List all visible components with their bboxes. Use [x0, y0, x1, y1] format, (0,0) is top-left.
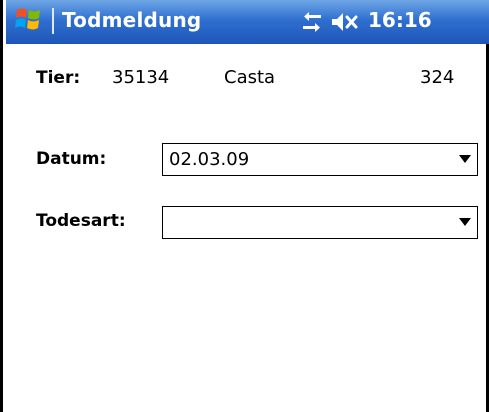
chevron-down-icon[interactable]	[459, 155, 471, 163]
windows-start-icon[interactable]	[14, 4, 44, 34]
app-window: Todmeldung 16:16 Tier: 35134 Casta 324 D…	[0, 0, 489, 412]
cause-of-death-dropdown[interactable]	[162, 206, 478, 239]
animal-label: Tier:	[36, 68, 81, 88]
cause-of-death-label: Todesart:	[36, 211, 126, 231]
chevron-down-icon[interactable]	[459, 218, 471, 226]
volume-muted-icon[interactable]	[330, 10, 360, 34]
date-label: Datum:	[36, 149, 107, 169]
clock[interactable]: 16:16	[368, 8, 432, 32]
date-dropdown[interactable]: 02.03.09	[162, 143, 478, 176]
animal-number: 324	[420, 67, 455, 88]
content-area: Tier: 35134 Casta 324 Datum: 02.03.09 To…	[6, 44, 489, 412]
title-bar: Todmeldung 16:16	[6, 0, 489, 44]
app-title: Todmeldung	[62, 8, 202, 32]
animal-name: Casta	[224, 67, 276, 88]
connectivity-icon[interactable]	[300, 11, 324, 33]
animal-id: 35134	[112, 67, 170, 88]
title-separator	[52, 8, 54, 34]
date-value: 02.03.09	[169, 149, 250, 170]
